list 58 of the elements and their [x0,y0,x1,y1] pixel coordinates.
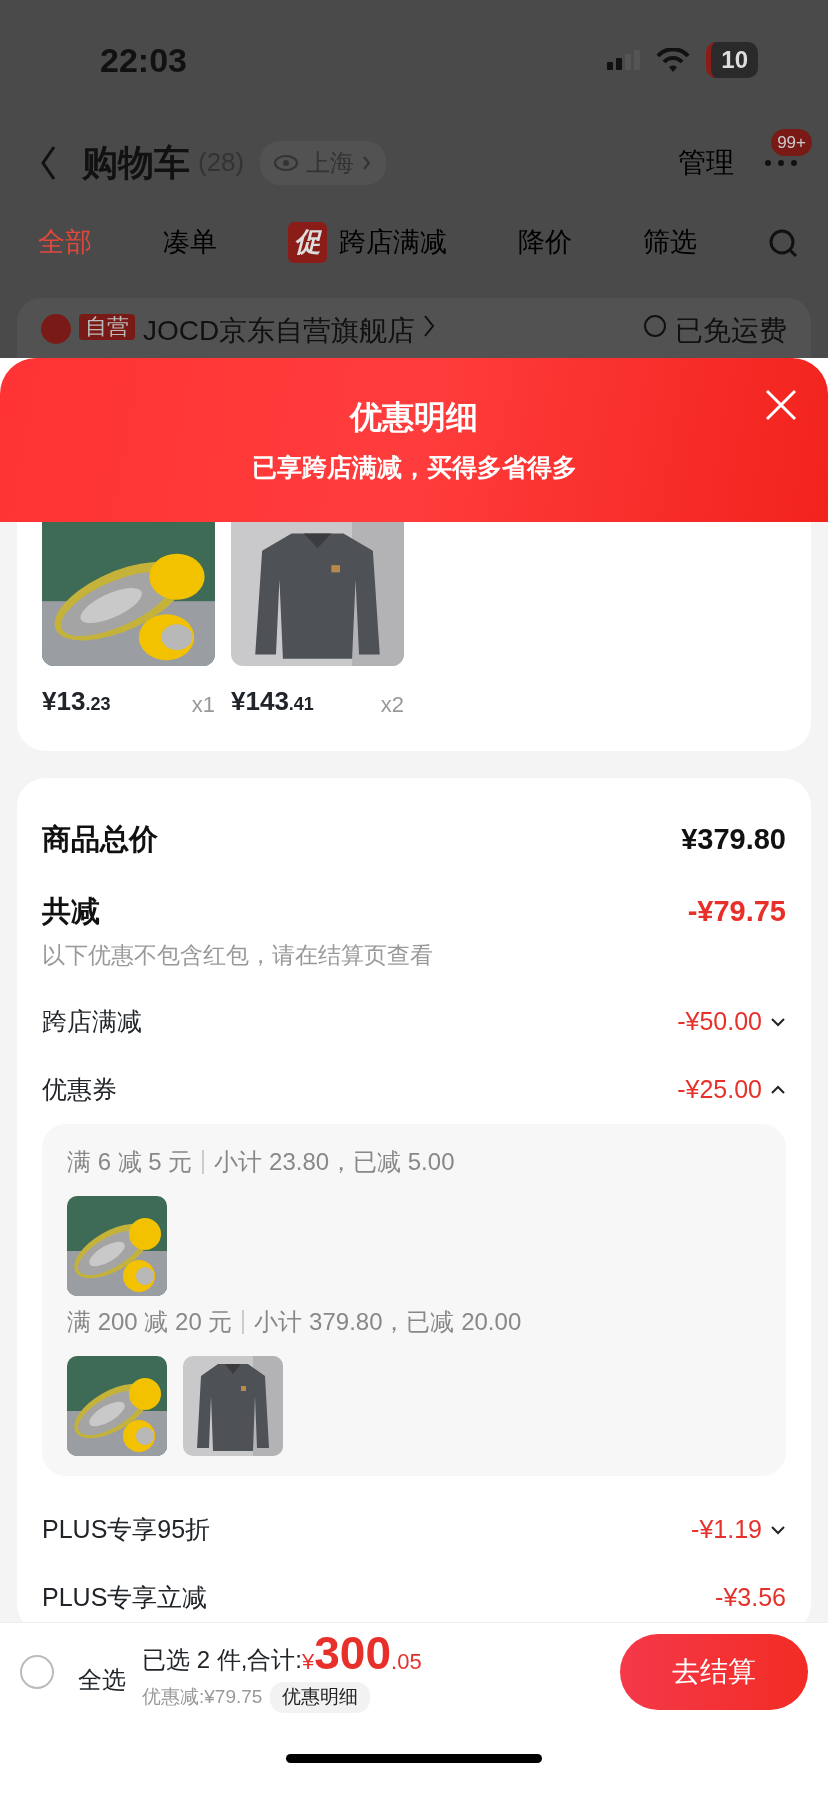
signal-icon [607,50,641,70]
total-label: 商品总价 [42,822,158,858]
selected-summary: 已选 2 件,合计: [142,1645,303,1676]
checkout-button[interactable]: 去结算 [620,1633,808,1710]
select-all-checkbox[interactable] [20,1654,54,1689]
status-time: 22:03 [100,39,187,81]
discount-value: -¥50.00 [677,1006,762,1038]
filter-tab[interactable]: 降价 [518,222,572,263]
page-title: 购物车 [82,140,190,185]
total-price: ¥300.05 [302,1630,422,1679]
info-icon [643,314,667,338]
discount-name: PLUS专享立减 [42,1582,208,1614]
chevron-right-icon[interactable] [423,314,436,338]
promo-tag: 促 [288,222,327,263]
more-icon[interactable] [764,159,798,168]
product-price: ¥13.23 [42,685,111,718]
wifi-icon [656,48,691,72]
coupon-rule: 满 6 减 5 元 [67,1147,193,1177]
product-price: ¥143.41 [231,685,314,718]
discount-value: -¥3.56 [715,1582,786,1614]
filter-tab[interactable]: 全部 [38,222,92,263]
discount-amount: -¥79.75 [687,894,786,929]
back-icon[interactable] [40,144,58,181]
discount-name: 优惠券 [42,1074,117,1106]
sheet-subtitle: 已享跨店满减，买得多省得多 [251,452,577,484]
filter-tab[interactable]: 筛选 [643,222,697,263]
manage-button[interactable]: 管理 [672,140,740,185]
chevron-down-icon[interactable] [770,1016,786,1028]
search-icon[interactable] [768,227,798,258]
chevron-right-icon [362,154,373,171]
sheet-title: 优惠明细 [350,398,478,438]
notification-badge: 99+ [771,128,812,156]
store-tag: 自营 [79,314,135,341]
total-amount: ¥379.80 [681,822,786,858]
discount-name: 跨店满减 [42,1006,142,1038]
store-name[interactable]: JOCD京东自营旗舰店 [143,314,416,348]
discount-name: PLUS专享95折 [42,1514,211,1546]
select-all-label[interactable]: 全选 [78,1661,126,1698]
close-button[interactable] [764,388,798,422]
shipping-note: 已免运费 [675,314,787,348]
filter-tab[interactable]: 凑单 [163,222,217,263]
filter-tab[interactable]: 促 跨店满减 [288,222,447,263]
discount-detail-link[interactable]: 优惠明细 [270,1682,371,1713]
quantity: x1 [191,691,215,719]
saving-amount: 优惠减:¥79.75 [142,1685,263,1710]
discount-value: -¥1.19 [691,1514,762,1546]
coupon-subtotal: 小计 379.80，已减 20.00 [254,1307,522,1337]
discount-label: 共减 [42,894,100,929]
discount-value: -¥25.00 [677,1074,762,1106]
chevron-down-icon[interactable] [770,1524,786,1536]
quantity: x2 [380,691,404,719]
discount-note: 以下优惠不包含红包，请在结算页查看 [42,940,434,970]
coupon-subtotal: 小计 23.80，已减 5.00 [214,1147,455,1177]
coupon-rule: 满 200 减 20 元 [67,1307,233,1337]
battery-level: 10 [706,42,758,78]
eye-icon [274,154,299,171]
close-icon [764,388,798,422]
chevron-up-icon[interactable] [770,1084,786,1096]
